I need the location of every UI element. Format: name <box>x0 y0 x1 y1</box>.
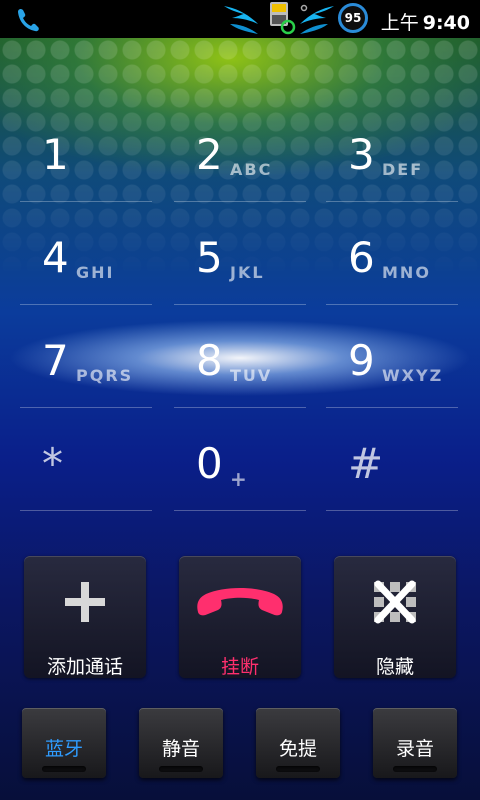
add-call-label: 添加通话 <box>46 656 123 678</box>
key-digit: 5 <box>196 233 223 282</box>
record-indicator <box>393 766 437 772</box>
plus-icon <box>65 582 105 622</box>
key-digit: 9 <box>348 336 375 385</box>
key-digit: 6 <box>348 233 375 282</box>
phone-call-icon <box>14 6 42 36</box>
speaker-label: 免提 <box>278 738 317 760</box>
hide-keypad-icon <box>374 580 416 624</box>
key-hash[interactable]: # <box>326 411 458 511</box>
hang-up-icon <box>197 588 283 616</box>
key-digit: 2 <box>196 130 223 179</box>
key-8[interactable]: 8 TUV <box>174 308 306 408</box>
key-letters: GHI <box>76 263 115 282</box>
clock: 上午 9:40 <box>381 8 470 35</box>
clock-time: 9:40 <box>422 12 470 34</box>
status-bar: 95 上午 9:40 <box>0 0 480 38</box>
key-digit: * <box>42 439 63 488</box>
key-9[interactable]: 9 WXYZ <box>326 308 458 408</box>
key-digit: 1 <box>42 130 69 179</box>
mute-indicator <box>159 766 203 772</box>
battery-icon: 95 <box>338 3 368 33</box>
bluetooth-toggle[interactable]: 蓝牙 <box>22 708 106 778</box>
key-4[interactable]: 4 GHI <box>20 205 152 305</box>
record-toggle[interactable]: 录音 <box>373 708 457 778</box>
key-letters: ABC <box>230 160 273 179</box>
battery-level: 95 <box>344 11 362 25</box>
key-digit: 4 <box>42 233 69 282</box>
key-0[interactable]: 0 + <box>174 411 306 511</box>
key-letters: + <box>230 467 249 491</box>
hang-up-label: 挂断 <box>220 656 259 678</box>
key-2[interactable]: 2 ABC <box>174 102 306 202</box>
speaker-toggle[interactable]: 免提 <box>256 708 340 778</box>
clock-period: 上午 <box>380 12 419 34</box>
mute-label: 静音 <box>161 738 200 760</box>
key-digit: 7 <box>42 336 69 385</box>
hang-up-button[interactable]: 挂断 <box>179 556 301 678</box>
bluetooth-indicator <box>42 766 86 772</box>
record-label: 录音 <box>395 738 434 760</box>
mute-toggle[interactable]: 静音 <box>139 708 223 778</box>
key-digit: 8 <box>196 336 223 385</box>
key-letters: PQRS <box>76 366 134 385</box>
add-call-button[interactable]: 添加通话 <box>24 556 146 678</box>
key-star[interactable]: * <box>20 411 152 511</box>
key-digit: # <box>348 439 384 488</box>
key-letters: DEF <box>382 160 424 179</box>
sd-card-usb-icon <box>268 2 308 40</box>
key-7[interactable]: 7 PQRS <box>20 308 152 408</box>
bluetooth-label: 蓝牙 <box>44 738 83 760</box>
speaker-indicator <box>276 766 320 772</box>
key-letters: MNO <box>382 263 431 282</box>
key-1[interactable]: 1 <box>20 102 152 202</box>
key-5[interactable]: 5 JKL <box>174 205 306 305</box>
key-digit: 0 <box>196 439 223 488</box>
hide-label: 隐藏 <box>375 656 414 678</box>
hide-keypad-button[interactable]: 隐藏 <box>334 556 456 678</box>
key-3[interactable]: 3 DEF <box>326 102 458 202</box>
key-letters: TUV <box>230 366 273 385</box>
key-digit: 3 <box>348 130 375 179</box>
key-letters: JKL <box>230 263 265 282</box>
key-letters: WXYZ <box>382 366 444 385</box>
key-6[interactable]: 6 MNO <box>326 205 458 305</box>
